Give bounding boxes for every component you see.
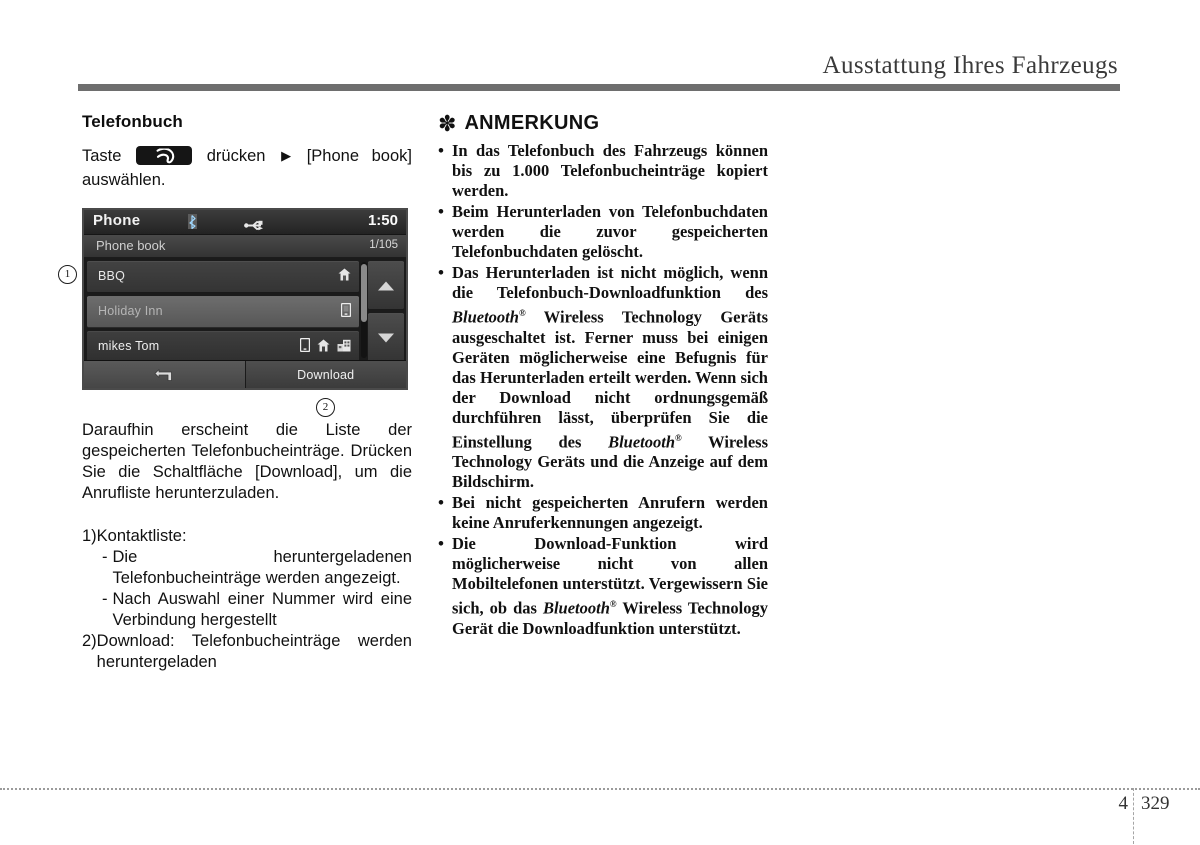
footer-chapter-number: 4 (1118, 793, 1129, 814)
contact-name: Holiday Inn (98, 304, 163, 318)
scroll-down-button[interactable] (368, 313, 404, 362)
bluetooth-icon (188, 214, 197, 234)
contact-row-bbq[interactable]: BBQ (87, 261, 359, 293)
note-text: Das Herunterladen ist nicht möglich, wen… (452, 263, 768, 491)
bullet-icon: • (438, 263, 444, 282)
note-item: • Beim Herunterladen von Telefonbuchdaten… (438, 202, 768, 262)
sub-list-item: - Die heruntergeladenen Telefonbucheintr… (82, 547, 412, 589)
contact-number-types (299, 337, 351, 357)
list-marker: 1) (82, 527, 97, 545)
device-clock: 1:50 (367, 212, 398, 229)
back-button[interactable] (84, 361, 246, 388)
back-arrow-icon (154, 368, 173, 381)
contact-number-types (340, 302, 352, 322)
note-header: ✽ ANMERKUNG (438, 112, 768, 135)
mobile-phone-icon (340, 302, 352, 322)
contact-number-types (338, 268, 351, 286)
note-item: • In das Telefonbuch des Fahrzeugs können… (438, 141, 768, 201)
contact-row-holiday-inn[interactable]: Holiday Inn (87, 296, 359, 328)
numbered-list: 1) Kontaktliste: - Die heruntergeladenen… (82, 526, 412, 673)
mobile-phone-icon (299, 337, 311, 357)
press-instruction: Taste drücken ▶ [Phone book] auswählen. (82, 144, 412, 192)
list-text: Download: Telefonbucheinträge werden her… (96, 632, 412, 671)
device-sub-title: Phone book (96, 238, 166, 253)
triangle-up-icon (378, 281, 394, 290)
press-prefix: Taste (82, 147, 122, 165)
callout-marker-1: 1 (58, 265, 77, 284)
note-text: Beim Herunterladen von Telefonbuchdaten … (452, 202, 768, 261)
bullet-icon: • (438, 534, 444, 553)
list-text: Kontaktliste: (96, 527, 187, 545)
download-button[interactable]: Download (245, 361, 406, 388)
triangle-down-icon (378, 333, 394, 342)
header-rule (78, 84, 1120, 91)
page-title: Ausstattung Ihres Fahrzeugs (822, 52, 1118, 79)
footer-rule (0, 788, 1200, 790)
left-column: Telefonbuch Taste drücken ▶ [Phone book]… (58, 112, 412, 673)
usb-icon (244, 218, 266, 236)
phone-handset-icon (136, 146, 193, 165)
press-mid: drücken (206, 147, 266, 165)
scroll-up-button[interactable] (368, 261, 404, 310)
page-header: Ausstattung Ihres Fahrzeugs (0, 26, 1200, 91)
sub-list-item: - Nach Auswahl einer Nummer wird eine Ve… (82, 589, 412, 631)
bullet-icon: • (438, 493, 444, 512)
note-item: • Die Download-Funktion wird möglicherwei… (438, 534, 768, 639)
note-item-list: • In das Telefonbuch des Fahrzeugs können… (438, 141, 768, 639)
asterisk-icon: ✽ (438, 110, 457, 136)
device-screenshot-figure: Phone 1:50 Phone book 1/105 BBQ Holiday … (58, 208, 412, 417)
note-text: Die Download-Funktion wird möglicherweis… (452, 534, 768, 638)
contact-name: mikes Tom (98, 339, 160, 353)
bullet-icon: • (438, 141, 444, 160)
scrollbar-thumb[interactable] (361, 264, 367, 322)
section-title: Telefonbuch (82, 112, 183, 131)
note-item: • Das Herunterladen ist nicht möglich, we… (438, 263, 768, 492)
download-button-label: Download (297, 367, 355, 382)
home-phone-icon (317, 339, 330, 357)
device-entry-counter: 1/105 (369, 239, 398, 251)
office-phone-icon (337, 339, 351, 357)
scrollbar-track[interactable] (361, 262, 367, 358)
device-sub-bar: Phone book 1/105 (84, 235, 406, 258)
contact-row-mikes-tom[interactable]: mikes Tom (87, 331, 359, 363)
device-status-bar: Phone 1:50 (84, 210, 406, 235)
footer-page-number: 329 (1141, 793, 1170, 814)
note-text: In das Telefonbuch des Fahrzeugs können … (452, 141, 768, 200)
description-paragraph: Daraufhin erscheint die Liste der gespei… (82, 421, 412, 502)
sub-list-text: Die heruntergeladenen Telefonbucheinträg… (112, 548, 413, 587)
callout-marker-2: 2 (316, 398, 335, 417)
list-item: 2) Download: Telefonbucheinträge werden … (82, 631, 412, 673)
sub-list-marker: - (102, 590, 108, 608)
device-screen-title: Phone (93, 212, 141, 229)
note-text: Bei nicht gespeicherten Anrufern werden … (452, 493, 768, 532)
note-title: ANMERKUNG (464, 112, 600, 134)
scroll-button-group (368, 261, 404, 365)
contact-name: BBQ (98, 269, 125, 283)
note-item: • Bei nicht gespeicherten Anrufern werden… (438, 493, 768, 533)
right-column: ✽ ANMERKUNG • In das Telefonbuch des Fahr… (438, 112, 768, 640)
device-contact-list: BBQ Holiday Inn mikes Tom (84, 258, 406, 363)
list-marker: 2) (82, 632, 97, 650)
sub-list-text: Nach Auswahl einer Nummer wird eine Verb… (112, 590, 413, 629)
device-bottom-bar: Download (84, 360, 406, 388)
head-unit-screen: Phone 1:50 Phone book 1/105 BBQ Holiday … (82, 208, 408, 390)
arrow-right-icon: ▶ (281, 148, 292, 163)
footer-divider (1133, 788, 1134, 844)
bullet-icon: • (438, 202, 444, 221)
home-phone-icon (338, 268, 351, 286)
list-item: 1) Kontaktliste: (82, 526, 412, 547)
sub-list-marker: - (102, 548, 108, 566)
